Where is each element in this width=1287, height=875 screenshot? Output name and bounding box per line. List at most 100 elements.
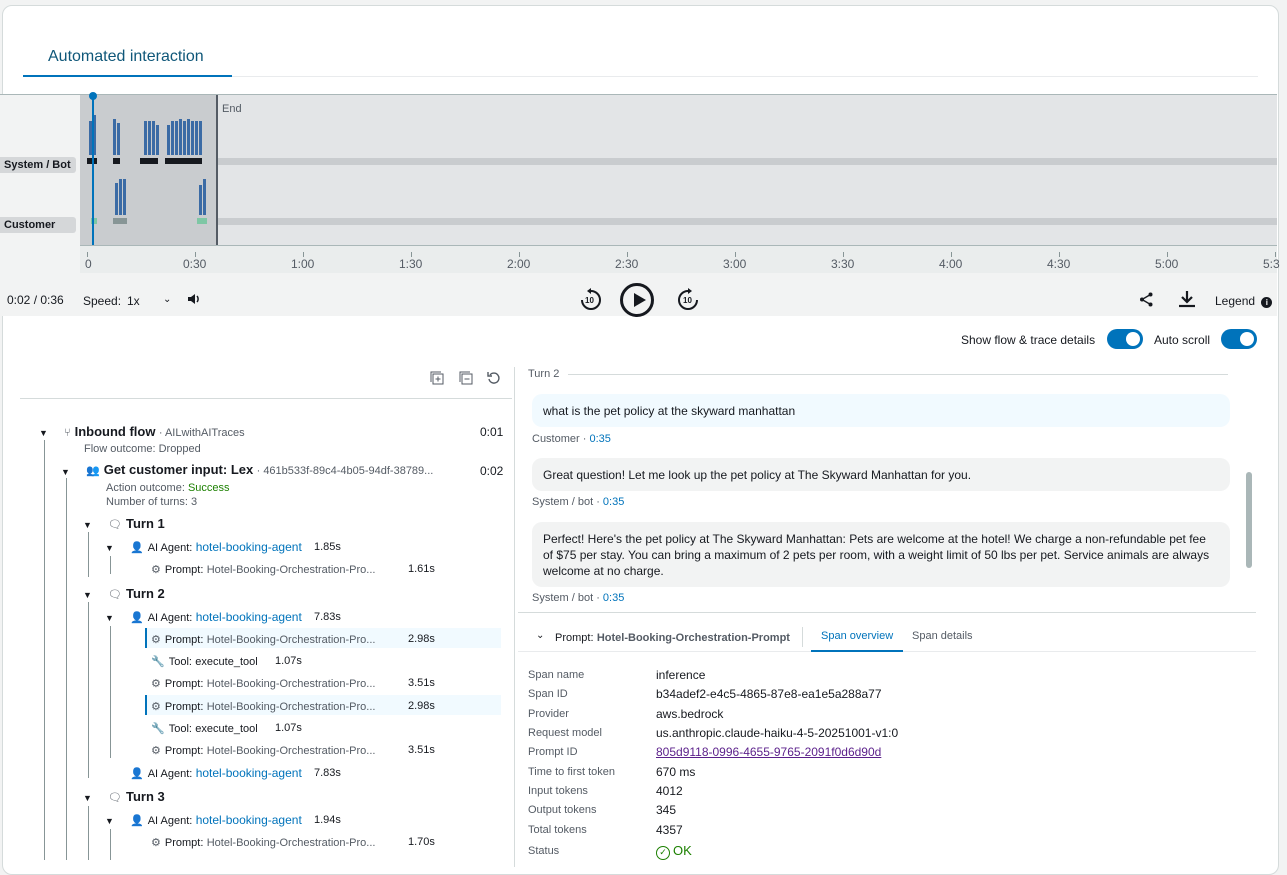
activity-bar (167, 125, 170, 155)
agent-link[interactable]: hotel-booking-agent (196, 540, 302, 554)
detail-prompt-label: Prompt: (555, 632, 594, 644)
prompt-label: Prompt: (164, 678, 204, 690)
caret-down-icon[interactable]: ▼ (39, 428, 48, 438)
rewind-10-icon[interactable]: 10 (579, 288, 603, 312)
agent-label: AI Agent: (147, 542, 193, 554)
caret-down-icon[interactable]: ▼ (83, 590, 92, 600)
activity-bar (119, 179, 122, 215)
play-button[interactable] (620, 283, 654, 317)
prompt-link[interactable]: Hotel-Booking-Orchestration-Pro... (207, 745, 376, 757)
agent-link[interactable]: hotel-booking-agent (196, 610, 302, 624)
download-icon[interactable] (1178, 290, 1196, 312)
activity-bar (179, 119, 182, 155)
speed-value: 1x (127, 294, 140, 308)
tree-node-turn-1[interactable]: 🗨 Turn 1 (108, 516, 165, 531)
tree-node-prompt[interactable]: ⚙ Prompt: Hotel-Booking-Orchestration-Pro… (151, 562, 375, 576)
tree-node-agent[interactable]: 👤 AI Agent: hotel-booking-agent (130, 766, 302, 780)
tree-node-prompt[interactable]: ⚙ Prompt: Hotel-Booking-Orchestration-Pro… (151, 743, 375, 757)
message-time[interactable]: 0:35 (603, 496, 624, 508)
agent-link[interactable]: hotel-booking-agent (196, 813, 302, 827)
activity-bar (144, 121, 147, 155)
forward-10-icon[interactable]: 10 (676, 288, 700, 312)
tree-node-turn-2[interactable]: 🗨 Turn 2 (108, 586, 165, 601)
message-sender: System / bot (532, 496, 594, 508)
detail-prompt-link[interactable]: Hotel-Booking-Orchestration-Prompt (597, 632, 790, 644)
tree-guide (88, 806, 89, 860)
lane-customer-track (80, 218, 1277, 225)
show-flow-trace-label: Show flow & trace details (961, 333, 1096, 347)
end-marker-label: End (222, 103, 242, 115)
message-time[interactable]: 0:35 (603, 592, 624, 604)
caret-down-icon[interactable]: ▼ (105, 613, 114, 623)
caret-down-icon[interactable]: ▼ (83, 520, 92, 530)
chevron-down-icon[interactable]: ⌄ (536, 630, 544, 641)
prompt-link[interactable]: Hotel-Booking-Orchestration-Pro... (207, 564, 376, 576)
inbound-flow-link[interactable]: AILwithAITraces (165, 427, 245, 439)
get-input-label: Get customer input: Lex (103, 462, 254, 477)
tree-node-tool[interactable]: 🔧 Tool: execute_tool (151, 654, 258, 668)
auto-scroll-toggle[interactable] (1221, 329, 1257, 349)
chevron-down-icon: ⌄ (163, 294, 172, 305)
expand-all-icon[interactable] (430, 371, 444, 388)
share-icon[interactable] (1139, 292, 1154, 311)
tree-guide (110, 556, 111, 574)
prompt-link[interactable]: Hotel-Booking-Orchestration-Pro... (207, 634, 376, 646)
tab-automated-interaction[interactable]: Automated interaction (23, 44, 232, 77)
active-tab-indicator (811, 650, 903, 652)
caret-down-icon[interactable]: ▼ (83, 793, 92, 803)
activity-bar (156, 125, 159, 155)
playhead-line[interactable] (92, 95, 94, 245)
prompt-link[interactable]: Hotel-Booking-Orchestration-Pro... (207, 701, 376, 713)
prompt-icon: ⚙ (151, 564, 161, 576)
activity-bar (115, 183, 118, 215)
prompt-link[interactable]: Hotel-Booking-Orchestration-Pro... (207, 837, 376, 849)
volume-icon[interactable] (187, 292, 201, 310)
collapse-all-icon[interactable] (459, 371, 473, 388)
tree-node-prompt[interactable]: ⚙ Prompt: Hotel-Booking-Orchestration-Pro… (151, 835, 375, 849)
bot-message: Perfect! Here's the pet policy at The Sk… (532, 522, 1230, 587)
axis-tick-label: 0 (85, 257, 92, 271)
activity-bar (171, 121, 174, 155)
tree-node-tool[interactable]: 🔧 Tool: execute_tool (151, 721, 258, 735)
tree-node-get-customer-input[interactable]: 👥 Get customer input: Lex · 461b533f-89c4… (86, 462, 433, 477)
tree-node-turn-3[interactable]: 🗨 Turn 3 (108, 789, 165, 804)
tree-node-prompt[interactable]: ⚙ Prompt: Hotel-Booking-Orchestration-Pro… (151, 676, 375, 690)
axis-tick-label: 3:30 (831, 257, 855, 271)
caret-down-icon[interactable]: ▼ (105, 816, 114, 826)
prompt-id-link[interactable]: 805d9118-0996-4655-9765-2091f0d6d90d (656, 745, 881, 759)
tree-node-prompt[interactable]: ⚙ Prompt: Hotel-Booking-Orchestration-Pro… (151, 632, 375, 646)
agent-link[interactable]: hotel-booking-agent (196, 766, 302, 780)
kv-key: Provider (528, 708, 569, 720)
reset-icon[interactable] (487, 371, 501, 388)
speed-select[interactable]: 1x ⌄ (127, 294, 177, 308)
tree-node-inbound-flow[interactable]: ⑂ Inbound flow · AILwithAITraces (64, 424, 245, 439)
prompt-duration: 1.61s (408, 563, 435, 575)
prompt-link[interactable]: Hotel-Booking-Orchestration-Pro... (207, 678, 376, 690)
kv-key: Time to first token (528, 766, 616, 778)
show-flow-trace-toggle[interactable] (1107, 329, 1143, 349)
chat-scrollbar[interactable] (1246, 472, 1252, 568)
caret-down-icon[interactable]: ▼ (105, 543, 114, 553)
legend-button[interactable]: Legend i (1215, 294, 1273, 308)
tab-span-details[interactable]: Span details (912, 630, 973, 642)
tree-node-prompt[interactable]: ⚙ Prompt: Hotel-Booking-Orchestration-Pro… (151, 699, 375, 713)
message-meta: Customer · 0:35 (532, 433, 611, 445)
kv-value: inference (656, 668, 706, 682)
tab-span-overview[interactable]: Span overview (821, 630, 893, 642)
playhead-handle[interactable] (89, 92, 97, 100)
person-icon: 👤 (130, 542, 144, 554)
tree-guide (66, 478, 67, 860)
activity-bar (123, 179, 126, 215)
axis-tick-label: 1:30 (399, 257, 423, 271)
lex-bot-link[interactable]: 461b533f-89c4-4b05-94df-38789... (263, 465, 433, 477)
caret-down-icon[interactable]: ▼ (61, 467, 70, 477)
kv-key: Input tokens (528, 785, 588, 797)
tree-node-agent[interactable]: 👤 AI Agent: hotel-booking-agent (130, 540, 302, 554)
activity-bar (203, 179, 206, 215)
message-time[interactable]: 0:35 (589, 433, 610, 445)
tool-name: execute_tool (195, 723, 258, 735)
tree-node-agent[interactable]: 👤 AI Agent: hotel-booking-agent (130, 813, 302, 827)
tree-node-agent[interactable]: 👤 AI Agent: hotel-booking-agent (130, 610, 302, 624)
activity-bar (187, 119, 190, 155)
detail-prompt-title: Prompt: Hotel-Booking-Orchestration-Prom… (555, 630, 790, 644)
